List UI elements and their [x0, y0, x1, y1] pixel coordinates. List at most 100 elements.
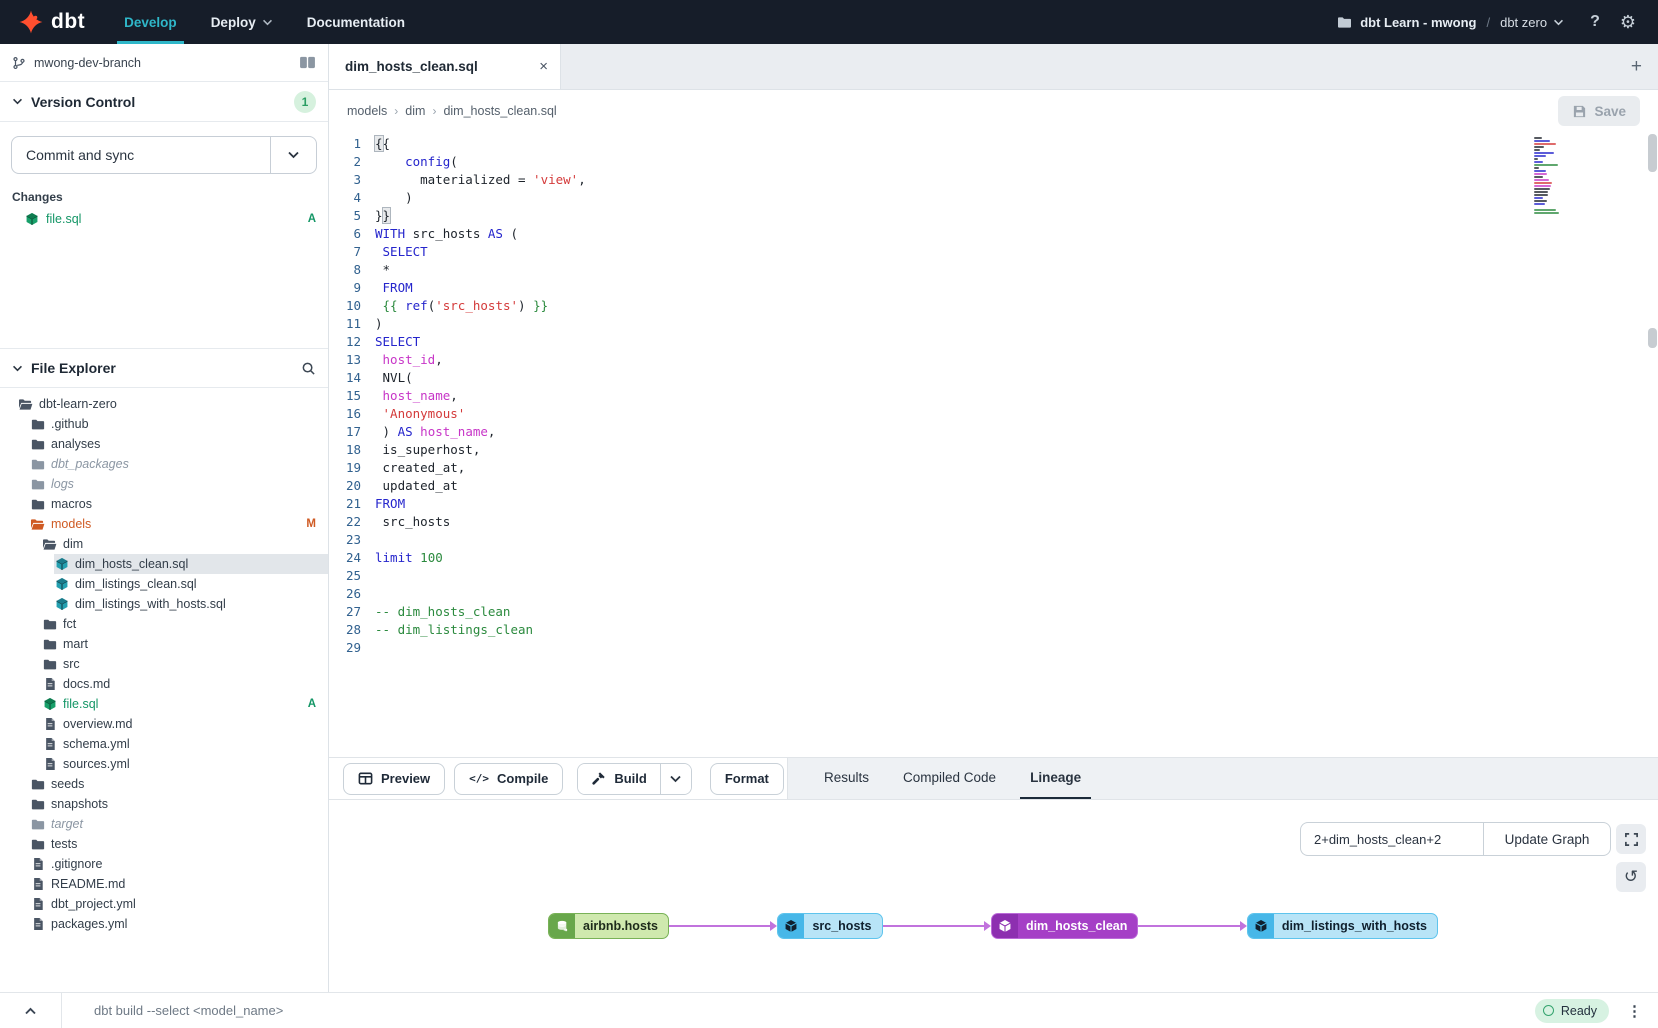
code-line-3[interactable]: 3 materialized = 'view',: [329, 171, 1658, 189]
tree-item-.gitignore[interactable]: .gitignore: [0, 854, 328, 874]
tree-item-src[interactable]: src: [0, 654, 328, 674]
tree-item-sources.yml[interactable]: sources.yml: [0, 754, 328, 774]
lineage-node-airbnb.hosts[interactable]: airbnb.hosts: [548, 913, 669, 939]
tree-item-schema.yml[interactable]: schema.yml: [0, 734, 328, 754]
code-line-22[interactable]: 22 src_hosts: [329, 513, 1658, 531]
environment-select[interactable]: dbt zero: [1500, 15, 1564, 30]
code-line-21[interactable]: 21FROM: [329, 495, 1658, 513]
code-line-4[interactable]: 4 ): [329, 189, 1658, 207]
tree-item-packages.yml[interactable]: packages.yml: [0, 914, 328, 934]
tree-item-dim[interactable]: dim: [0, 534, 328, 554]
search-icon[interactable]: [301, 361, 316, 376]
scrollbar-thumb[interactable]: [1648, 328, 1657, 348]
code-line-24[interactable]: 24limit 100: [329, 549, 1658, 567]
tree-item-docs.md[interactable]: docs.md: [0, 674, 328, 694]
tree-item-tests[interactable]: tests: [0, 834, 328, 854]
tab-dim-hosts-clean[interactable]: dim_hosts_clean.sql ×: [329, 44, 561, 89]
tree-item-snapshots[interactable]: snapshots: [0, 794, 328, 814]
save-button[interactable]: Save: [1558, 96, 1640, 126]
tree-item-analyses[interactable]: analyses: [0, 434, 328, 454]
code-line-29[interactable]: 29: [329, 639, 1658, 657]
code-line-14[interactable]: 14 NVL(: [329, 369, 1658, 387]
breadcrumb-item-dim[interactable]: dim: [405, 104, 425, 118]
nav-item-deploy[interactable]: Deploy: [194, 0, 290, 44]
scrollbar-thumb[interactable]: [1648, 134, 1657, 172]
panel-tab-results[interactable]: Results: [814, 758, 879, 799]
tree-item-models[interactable]: modelsM: [0, 514, 328, 534]
tree-item-dim_listings_clean.sql[interactable]: dim_listings_clean.sql: [0, 574, 328, 594]
format-button[interactable]: Format: [710, 763, 784, 795]
tree-item-fct[interactable]: fct: [0, 614, 328, 634]
tree-item-seeds[interactable]: seeds: [0, 774, 328, 794]
code-line-10[interactable]: 10 {{ ref('src_hosts') }}: [329, 297, 1658, 315]
tree-item-README.md[interactable]: README.md: [0, 874, 328, 894]
compile-button[interactable]: </> Compile: [454, 763, 563, 795]
close-icon[interactable]: ×: [539, 58, 548, 75]
preview-button[interactable]: Preview: [343, 763, 445, 795]
code-line-13[interactable]: 13 host_id,: [329, 351, 1658, 369]
tree-item-mart[interactable]: mart: [0, 634, 328, 654]
code-line-6[interactable]: 6WITH src_hosts AS (: [329, 225, 1658, 243]
code-line-2[interactable]: 2 config(: [329, 153, 1658, 171]
new-tab-button[interactable]: +: [1631, 56, 1642, 78]
commit-and-sync-button[interactable]: Commit and sync: [11, 136, 317, 174]
fullscreen-button[interactable]: [1616, 824, 1646, 854]
commit-options-dropdown[interactable]: [270, 137, 316, 173]
build-options-dropdown[interactable]: [660, 764, 691, 794]
editor-scrollbar[interactable]: [1648, 132, 1657, 757]
dbt-command-input[interactable]: [62, 993, 1535, 1028]
account-switcher[interactable]: dbt Learn - mwong / dbt zero: [1337, 15, 1564, 30]
tree-item-overview.md[interactable]: overview.md: [0, 714, 328, 734]
code-line-16[interactable]: 16 'Anonymous': [329, 405, 1658, 423]
kebab-menu-icon[interactable]: ⋮: [1609, 1002, 1658, 1020]
code-line-20[interactable]: 20 updated_at: [329, 477, 1658, 495]
tree-item-dbt_project.yml[interactable]: dbt_project.yml: [0, 894, 328, 914]
nav-item-develop[interactable]: Develop: [107, 0, 194, 44]
docs-book-icon[interactable]: [299, 56, 316, 69]
code-line-9[interactable]: 9 FROM: [329, 279, 1658, 297]
build-button[interactable]: Build: [578, 764, 660, 794]
changed-file-file.sql[interactable]: file.sqlA: [0, 208, 328, 230]
tree-item-dbt_packages[interactable]: dbt_packages: [0, 454, 328, 474]
tree-item-target[interactable]: target: [0, 814, 328, 834]
lineage-node-dim_listings_with_hosts[interactable]: dim_listings_with_hosts: [1247, 913, 1438, 939]
lineage-selector-input[interactable]: [1300, 822, 1483, 856]
tree-item-dim_hosts_clean.sql[interactable]: dim_hosts_clean.sql: [0, 554, 328, 574]
version-control-header[interactable]: Version Control 1: [0, 82, 328, 122]
panel-tab-compiled-code[interactable]: Compiled Code: [893, 758, 1006, 799]
chevron-up-icon[interactable]: [0, 993, 62, 1028]
nav-item-documentation[interactable]: Documentation: [290, 0, 422, 44]
code-line-23[interactable]: 23: [329, 531, 1658, 549]
minimap[interactable]: [1534, 137, 1568, 215]
breadcrumb-item-models[interactable]: models: [347, 104, 387, 118]
file-explorer-header[interactable]: File Explorer: [0, 348, 328, 388]
lineage-node-dim_hosts_clean[interactable]: dim_hosts_clean: [991, 913, 1138, 939]
tree-item-file.sql[interactable]: file.sqlA: [0, 694, 328, 714]
code-line-27[interactable]: 27-- dim_hosts_clean: [329, 603, 1658, 621]
reset-view-button[interactable]: ↺: [1616, 862, 1646, 892]
code-line-17[interactable]: 17 ) AS host_name,: [329, 423, 1658, 441]
code-editor[interactable]: 1{{2 config(3 materialized = 'view',4 )5…: [329, 132, 1658, 757]
code-line-15[interactable]: 15 host_name,: [329, 387, 1658, 405]
code-line-11[interactable]: 11): [329, 315, 1658, 333]
panel-tab-lineage[interactable]: Lineage: [1020, 758, 1091, 799]
code-line-8[interactable]: 8 *: [329, 261, 1658, 279]
code-line-25[interactable]: 25: [329, 567, 1658, 585]
help-icon[interactable]: ?: [1590, 13, 1600, 31]
code-line-19[interactable]: 19 created_at,: [329, 459, 1658, 477]
settings-gear-icon[interactable]: ⚙: [1620, 12, 1636, 33]
code-line-1[interactable]: 1{{: [329, 135, 1658, 153]
tree-item-dbt-learn-zero[interactable]: dbt-learn-zero: [0, 394, 328, 414]
tree-item-.github[interactable]: .github: [0, 414, 328, 434]
code-line-7[interactable]: 7 SELECT: [329, 243, 1658, 261]
breadcrumb-item-dim_hosts_clean.sql[interactable]: dim_hosts_clean.sql: [443, 104, 556, 118]
code-line-28[interactable]: 28-- dim_listings_clean: [329, 621, 1658, 639]
code-line-12[interactable]: 12SELECT: [329, 333, 1658, 351]
update-graph-button[interactable]: Update Graph: [1483, 822, 1611, 856]
code-line-18[interactable]: 18 is_superhost,: [329, 441, 1658, 459]
dbt-logo[interactable]: dbt: [0, 9, 107, 35]
tree-item-macros[interactable]: macros: [0, 494, 328, 514]
code-line-26[interactable]: 26: [329, 585, 1658, 603]
lineage-node-src_hosts[interactable]: src_hosts: [777, 913, 882, 939]
code-line-5[interactable]: 5}}: [329, 207, 1658, 225]
